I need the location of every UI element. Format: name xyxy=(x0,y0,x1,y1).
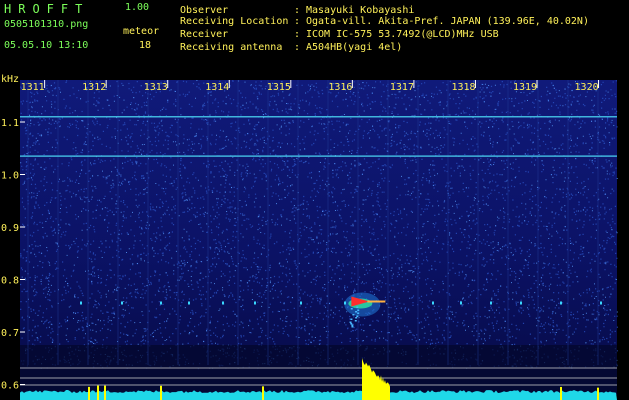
x-tick-label: 1319 xyxy=(513,82,537,93)
echo-trail xyxy=(350,318,353,320)
echo-ping xyxy=(600,301,602,305)
antenna-value: A504HB(yagi 4el) xyxy=(306,42,403,53)
echo-ping xyxy=(254,301,256,305)
x-tick-label: 1316 xyxy=(328,82,352,93)
power-spike xyxy=(160,385,162,400)
file-name: 0505101310.png xyxy=(4,19,89,30)
echo-trail xyxy=(356,315,359,317)
y-tick-label: 1.0 xyxy=(1,171,19,182)
echo-ping xyxy=(222,301,224,305)
echo-ping xyxy=(520,301,522,305)
observer-colon: : xyxy=(294,5,301,16)
x-tick-label: 1313 xyxy=(144,82,168,93)
echo-trail xyxy=(356,306,359,308)
power-spike xyxy=(88,386,90,400)
echo-ping xyxy=(121,301,123,305)
spectrogram-chart: 1311 1312 1313 1314 1315 1316 1317 1318 1319 1320… xyxy=(1,74,618,400)
x-tick-label: 1318 xyxy=(451,82,475,93)
echo-trail xyxy=(354,320,357,322)
antenna-colon: : xyxy=(294,42,301,53)
location-colon: : xyxy=(294,16,301,27)
echo-ping xyxy=(432,301,434,305)
y-tick-label: 0.9 xyxy=(1,223,19,234)
echo-ping xyxy=(300,301,302,305)
x-tick-label: 1315 xyxy=(267,82,291,93)
y-axis-unit-label: kHz xyxy=(1,74,19,85)
echo-trail xyxy=(349,321,352,323)
x-tick-label: 1314 xyxy=(205,82,229,93)
noise-floor-dark-band xyxy=(20,345,617,395)
x-tick-label: 1312 xyxy=(82,82,106,93)
echo-ping xyxy=(490,301,492,305)
echo-trail xyxy=(357,309,360,311)
echo-trail xyxy=(350,323,353,325)
y-tick-label: 0.6 xyxy=(1,381,19,392)
observer-value: Masayuki Kobayashi xyxy=(306,5,415,16)
echo-ping xyxy=(560,301,562,305)
echo-ping xyxy=(188,301,190,305)
x-tick-label: 1311 xyxy=(21,82,45,93)
receiver-value: ICOM IC-575 53.7492(@LCD)MHz USB xyxy=(306,29,499,40)
date-time: 05.05.10 13:10 xyxy=(4,40,89,51)
echo-trail xyxy=(350,308,353,310)
echo-ping xyxy=(160,301,162,305)
echo-trail xyxy=(355,317,358,319)
power-spike xyxy=(262,386,264,400)
echo-ping xyxy=(80,301,82,305)
y-tick-label: 1.1 xyxy=(1,118,19,129)
echo-trail xyxy=(352,314,355,316)
power-spike xyxy=(97,385,99,400)
app-version: 1.00 xyxy=(125,2,150,13)
receiver-colon: : xyxy=(294,29,301,40)
antenna-key: Receiving antenna xyxy=(180,42,283,53)
power-spike xyxy=(104,385,106,400)
observer-key: Observer xyxy=(180,5,229,16)
x-tick-label: 1317 xyxy=(390,82,414,93)
echo-tail xyxy=(367,300,386,303)
receiver-key: Receiver xyxy=(180,29,229,40)
echo-trail xyxy=(357,312,360,314)
y-tick-label: 0.8 xyxy=(1,276,19,287)
power-spike xyxy=(597,387,599,400)
echo-ping xyxy=(460,301,462,305)
y-tick-label: 0.7 xyxy=(1,328,19,339)
location-value: Ogata-vill. Akita-Pref. JAPAN (139.96E, … xyxy=(306,16,589,27)
echo-trail xyxy=(351,324,354,326)
echo-ping xyxy=(344,301,346,305)
app-title: HROFFT xyxy=(4,2,90,16)
echo-trail xyxy=(351,326,354,328)
x-tick-label: 1320 xyxy=(575,82,599,93)
meteor-count-label: meteor xyxy=(123,26,160,37)
echo-trail xyxy=(355,311,358,313)
meteor-count-value: 18 xyxy=(139,40,152,51)
location-key: Receiving Location xyxy=(180,16,289,27)
power-spike xyxy=(560,386,562,400)
